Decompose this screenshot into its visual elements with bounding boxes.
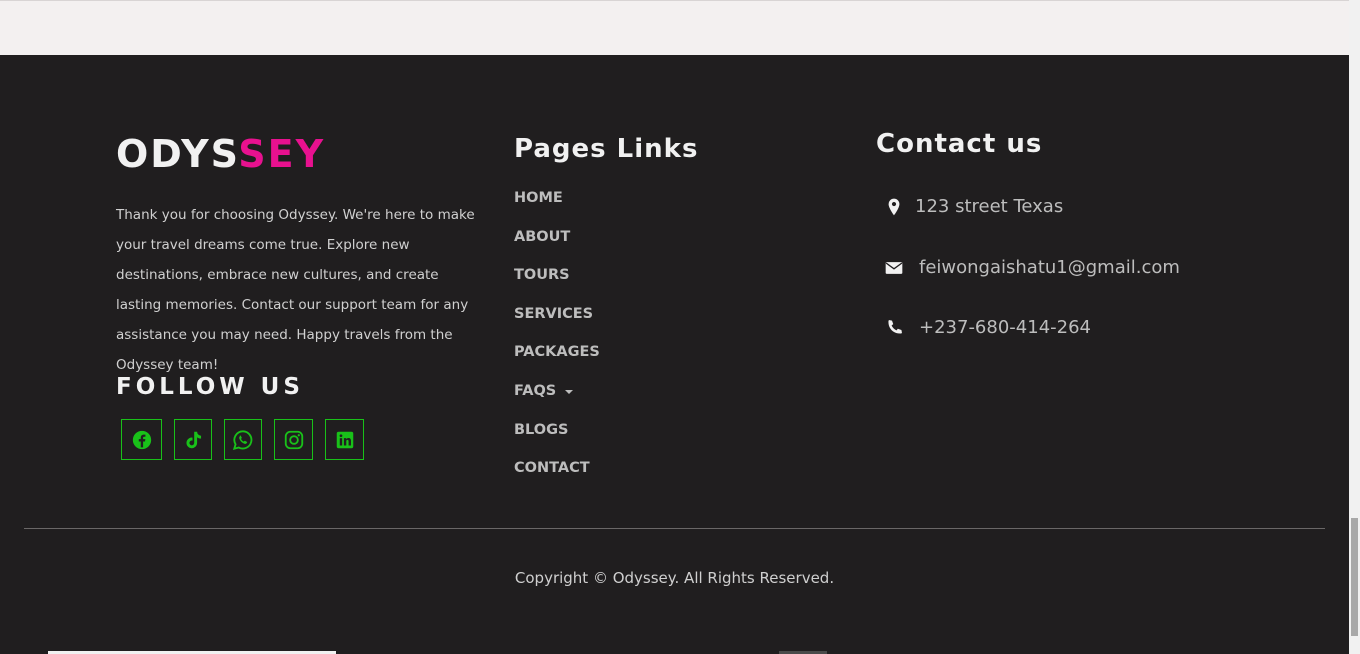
address-text: 123 street Texas xyxy=(915,196,1064,217)
copyright-text: Copyright © Odyssey. All Rights Reserved… xyxy=(514,569,835,587)
linkedin-button[interactable] xyxy=(325,419,364,460)
contact-email[interactable]: feiwongaishatu1@gmail.com xyxy=(884,257,1180,278)
nav-link-tours[interactable]: TOURS xyxy=(514,267,600,306)
facebook-icon xyxy=(132,430,151,449)
nav-link-faqs-label: FAQS xyxy=(514,382,557,399)
email-text: feiwongaishatu1@gmail.com xyxy=(919,257,1180,278)
instagram-button[interactable] xyxy=(274,419,313,460)
contact-address: 123 street Texas xyxy=(884,196,1063,217)
facebook-button[interactable] xyxy=(121,419,162,460)
footer-nav: HOME ABOUT TOURS SERVICES PACKAGES FAQS … xyxy=(514,190,600,499)
logo-text-accent: SEY xyxy=(238,132,326,176)
contact-heading: Contact us xyxy=(876,129,1043,159)
phone-text: +237-680-414-264 xyxy=(919,317,1091,338)
nav-link-services[interactable]: SERVICES xyxy=(514,306,600,345)
nav-link-packages[interactable]: PACKAGES xyxy=(514,344,600,383)
vertical-scrollbar[interactable] xyxy=(1349,0,1360,654)
whatsapp-icon xyxy=(232,429,253,450)
scrollbar-thumb[interactable] xyxy=(1351,518,1358,636)
contact-phone[interactable]: +237-680-414-264 xyxy=(884,317,1091,338)
tiktok-button[interactable] xyxy=(174,419,212,460)
caret-down-icon xyxy=(565,389,574,394)
tiktok-icon xyxy=(186,431,202,448)
follow-us-heading: FOLLOW US xyxy=(116,374,304,400)
social-links xyxy=(121,419,364,460)
footer-divider xyxy=(24,528,1325,529)
whatsapp-button[interactable] xyxy=(224,419,262,460)
phone-icon xyxy=(888,319,902,334)
envelope-icon xyxy=(885,261,903,274)
logo-text-primary: ODYS xyxy=(116,132,239,176)
nav-link-blogs[interactable]: BLOGS xyxy=(514,422,600,461)
linkedin-icon xyxy=(336,431,353,448)
instagram-icon xyxy=(284,430,303,449)
about-text: Thank you for choosing Odyssey. We're he… xyxy=(116,207,475,373)
map-pin-icon xyxy=(888,198,900,215)
nav-link-contact[interactable]: CONTACT xyxy=(514,460,600,499)
page-content-strip xyxy=(0,0,1349,55)
footer-logo[interactable]: ODYSSEY xyxy=(116,132,325,176)
nav-link-home[interactable]: HOME xyxy=(514,190,600,229)
nav-link-faqs[interactable]: FAQS xyxy=(514,383,600,422)
pages-links-heading: Pages Links xyxy=(514,134,699,164)
nav-link-about[interactable]: ABOUT xyxy=(514,229,600,268)
